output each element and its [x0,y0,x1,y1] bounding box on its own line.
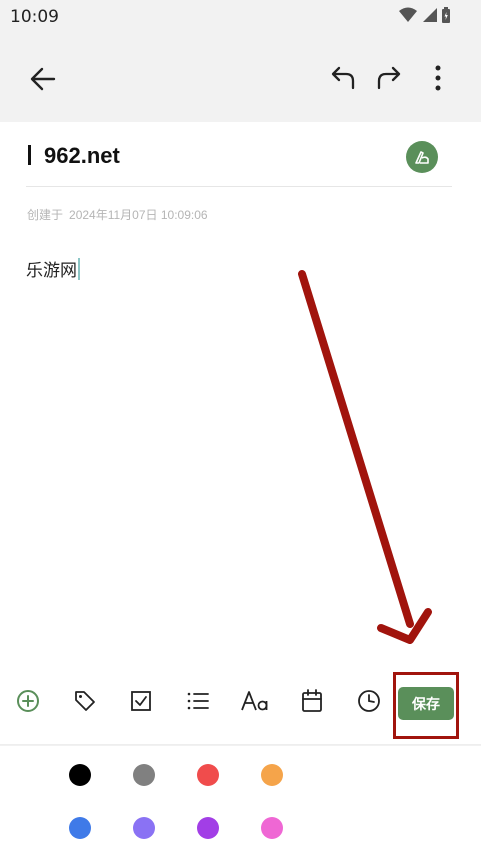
status-bar: 10:09 [0,0,481,36]
redo-button[interactable] [371,60,407,96]
signal-icon [423,8,437,22]
color-swatch-lavender[interactable] [133,817,155,839]
color-swatch-orange[interactable] [261,764,283,786]
add-icon [17,690,39,712]
color-swatch-gray[interactable] [133,764,155,786]
add-button[interactable] [11,684,45,718]
wifi-icon [399,7,417,22]
status-time: 10:09 [10,7,59,27]
back-button[interactable] [25,61,61,97]
checkbox-button[interactable] [124,684,158,718]
created-timestamp: 创建于 2024年11月07日 10:09:06 [27,206,208,223]
more-button[interactable] [424,60,452,96]
tag-icon [75,691,95,711]
list-button[interactable] [181,684,215,718]
reminder-button[interactable] [352,684,386,718]
clock-icon [358,690,380,712]
text-format-icon [241,691,268,711]
calendar-icon [302,689,322,712]
list-icon [187,692,209,710]
app-bar [0,36,481,122]
undo-button[interactable] [325,60,361,96]
back-arrow-icon [30,67,56,91]
checkbox-icon [131,691,151,711]
color-swatch-black[interactable] [69,764,91,786]
note-body[interactable]: 乐游网 [26,256,80,281]
color-swatch-purple[interactable] [197,817,219,839]
title-cursor [28,145,31,165]
created-label: 创建于 [27,208,64,222]
text-caret [78,258,80,280]
text-format-button[interactable] [238,684,272,718]
more-vertical-icon [435,65,441,91]
tag-button[interactable] [68,684,102,718]
avatar-button[interactable] [406,141,438,173]
note-title[interactable]: 962.net [44,143,120,169]
color-palette [0,746,481,855]
battery-icon [442,7,450,23]
calendar-button[interactable] [295,684,329,718]
brush-icon [415,151,429,164]
undo-icon [331,66,355,90]
status-icons [399,6,451,24]
note-body-text: 乐游网 [26,261,77,281]
color-swatch-pink[interactable] [261,817,283,839]
color-swatch-blue[interactable] [69,817,91,839]
color-swatch-red[interactable] [197,764,219,786]
title-divider [26,186,452,187]
redo-icon [377,66,401,90]
save-highlight-box [393,672,459,739]
created-time: 2024年11月07日 10:09:06 [69,208,208,222]
